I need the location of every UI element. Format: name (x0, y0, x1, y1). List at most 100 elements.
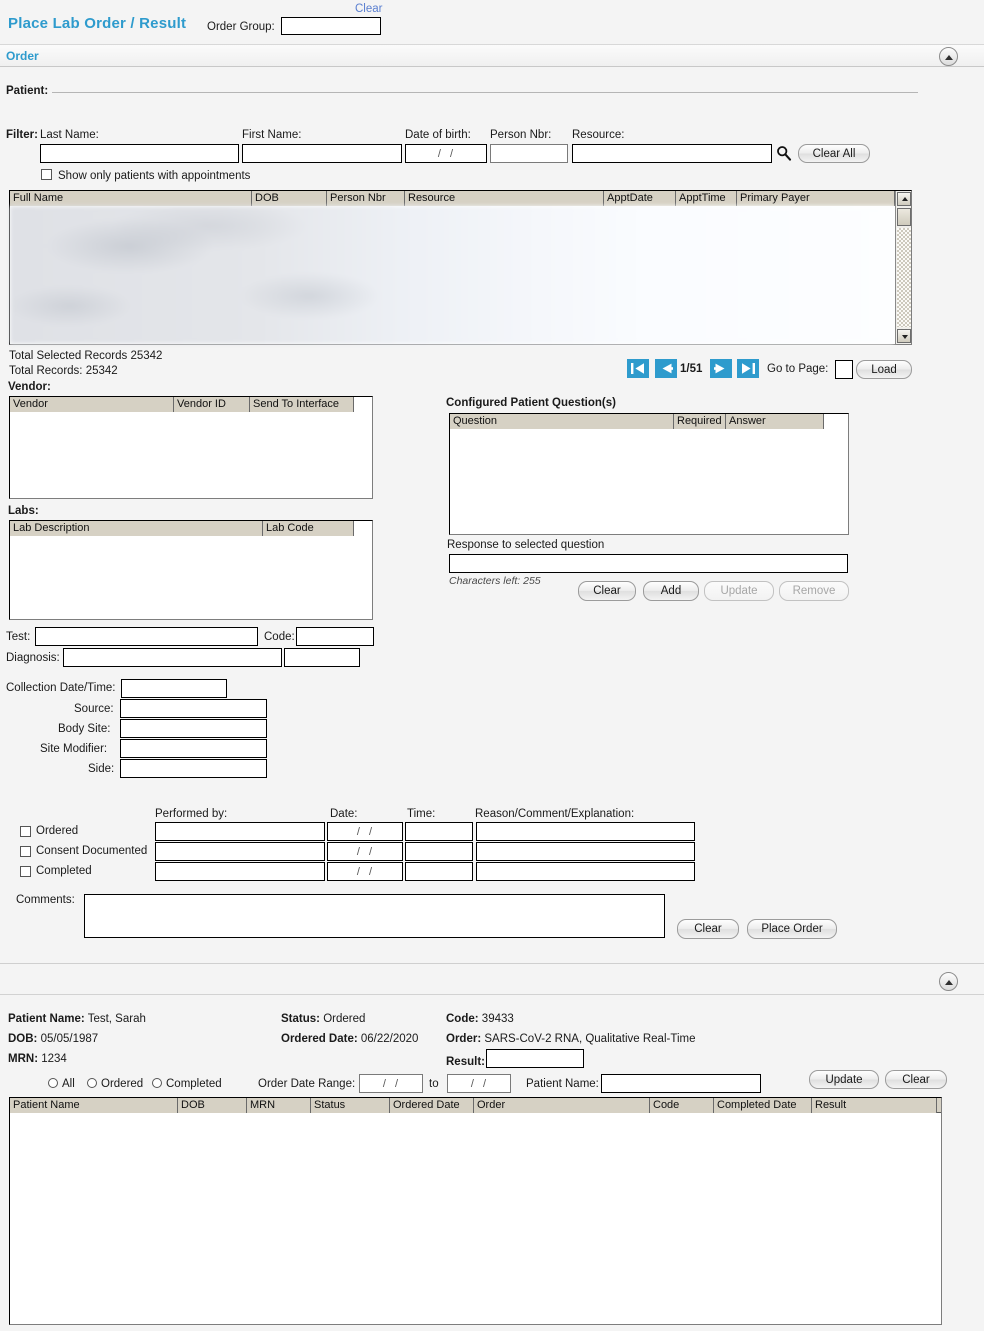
patients-grid[interactable]: Full Name DOB Person Nbr Resource ApptDa… (9, 190, 912, 345)
column-primary-payer[interactable]: Primary Payer (737, 191, 895, 206)
code-input[interactable] (296, 627, 374, 646)
ordered-performed-by-input[interactable] (155, 822, 325, 841)
column-vendor-id[interactable]: Vendor ID (174, 397, 250, 412)
completed-checkbox[interactable] (20, 866, 31, 877)
place-order-button[interactable]: Place Order (747, 919, 837, 939)
column-required[interactable]: Required (674, 414, 726, 429)
diagnosis-input[interactable] (63, 648, 282, 667)
column-question[interactable]: Question (450, 414, 674, 429)
test-input[interactable] (35, 627, 258, 646)
show-appointments-checkbox[interactable] (41, 169, 52, 180)
scroll-up-icon[interactable] (897, 192, 911, 206)
patient-name-filter-input[interactable] (601, 1074, 761, 1093)
comments-textarea[interactable] (84, 894, 665, 938)
order-date-from-input[interactable] (359, 1074, 423, 1093)
previous-page-icon[interactable] (655, 359, 677, 378)
ordered-reason-input[interactable] (476, 822, 695, 841)
results-grid[interactable]: Patient Name DOB MRN Status Ordered Date… (9, 1097, 942, 1325)
order-group-input[interactable] (281, 17, 381, 35)
column-person-nbr[interactable]: Person Nbr (327, 191, 405, 206)
resource-input[interactable] (572, 144, 772, 163)
column-vendor[interactable]: Vendor (10, 397, 174, 412)
load-button[interactable]: Load (856, 360, 912, 379)
clear-all-button[interactable]: Clear All (798, 144, 870, 163)
results-grid-header: Patient Name DOB MRN Status Ordered Date… (10, 1098, 941, 1113)
column-code[interactable]: Code (650, 1098, 714, 1113)
questions-add-button[interactable]: Add (643, 581, 699, 601)
column-completed-date[interactable]: Completed Date (714, 1098, 812, 1113)
result-update-button[interactable]: Update (809, 1070, 879, 1089)
result-clear-button[interactable]: Clear (885, 1070, 947, 1089)
vendor-grid[interactable]: Vendor Vendor ID Send To Interface (9, 396, 373, 499)
column-ordered-date[interactable]: Ordered Date (390, 1098, 474, 1113)
order-date-to-input[interactable] (447, 1074, 511, 1093)
source-input[interactable] (120, 699, 267, 718)
column-appt-date[interactable]: ApptDate (604, 191, 676, 206)
ordered-checkbox[interactable] (20, 826, 31, 837)
column-patient-name[interactable]: Patient Name (10, 1098, 178, 1113)
scroll-down-icon[interactable] (897, 329, 911, 343)
column-dob[interactable]: DOB (178, 1098, 247, 1113)
column-order[interactable]: Order (474, 1098, 650, 1113)
response-label: Response to selected question (447, 539, 605, 551)
side-input[interactable] (120, 759, 267, 778)
labs-grid[interactable]: Lab Description Lab Code (9, 520, 373, 620)
result-value-input[interactable] (486, 1049, 584, 1068)
questions-clear-button[interactable]: Clear (578, 581, 636, 601)
column-result[interactable]: Result (812, 1098, 937, 1113)
questions-remove-button[interactable]: Remove (779, 581, 849, 601)
chevron-up-icon-lower[interactable] (939, 972, 958, 991)
column-mrn[interactable]: MRN (247, 1098, 311, 1113)
response-input[interactable] (449, 554, 848, 573)
patients-grid-scrollbar[interactable] (895, 191, 911, 344)
column-status[interactable]: Status (311, 1098, 390, 1113)
last-name-input[interactable] (40, 144, 239, 163)
labs-grid-body[interactable] (10, 536, 372, 619)
column-answer[interactable]: Answer (726, 414, 824, 429)
completed-performed-by-input[interactable] (155, 862, 325, 881)
clear-order-group-link[interactable]: Clear (355, 3, 382, 15)
consent-documented-checkbox[interactable] (20, 846, 31, 857)
person-nbr-input[interactable] (490, 144, 568, 163)
radio-completed[interactable] (152, 1078, 162, 1088)
comments-clear-button[interactable]: Clear (677, 919, 739, 939)
scrollbar-track[interactable] (897, 228, 911, 327)
column-dob[interactable]: DOB (252, 191, 327, 206)
collection-datetime-input[interactable] (121, 679, 227, 698)
results-grid-body[interactable] (10, 1113, 941, 1324)
column-send-to-interface[interactable]: Send To Interface (250, 397, 354, 412)
consent-reason-input[interactable] (476, 842, 695, 861)
consent-performed-by-input[interactable] (155, 842, 325, 861)
questions-grid-body[interactable] (450, 429, 848, 534)
radio-all[interactable] (48, 1078, 58, 1088)
consent-date-input[interactable] (327, 842, 403, 861)
questions-grid[interactable]: Question Required Answer (449, 413, 849, 535)
first-name-input[interactable] (242, 144, 402, 163)
completed-date-input[interactable] (327, 862, 403, 881)
completed-reason-input[interactable] (476, 862, 695, 881)
questions-update-button[interactable]: Update (704, 581, 774, 601)
next-page-icon[interactable] (710, 359, 732, 378)
goto-page-input[interactable] (835, 360, 853, 379)
column-lab-description[interactable]: Lab Description (10, 521, 263, 536)
column-appt-time[interactable]: ApptTime (676, 191, 737, 206)
dob-input[interactable] (405, 144, 487, 163)
scrollbar-thumb[interactable] (897, 208, 911, 226)
column-resource[interactable]: Resource (405, 191, 604, 206)
last-page-icon[interactable] (737, 359, 759, 378)
column-full-name[interactable]: Full Name (10, 191, 252, 206)
column-lab-code[interactable]: Lab Code (263, 521, 354, 536)
ordered-date-input[interactable] (327, 822, 403, 841)
diagnosis-code-input[interactable] (284, 648, 360, 667)
first-page-icon[interactable] (627, 359, 649, 378)
chevron-up-icon[interactable] (939, 47, 958, 66)
patients-grid-body[interactable] (10, 206, 911, 344)
site-modifier-input[interactable] (120, 739, 267, 758)
body-site-input[interactable] (120, 719, 267, 738)
radio-ordered[interactable] (87, 1078, 97, 1088)
completed-time-input[interactable] (405, 862, 473, 881)
search-icon[interactable] (776, 145, 792, 161)
consent-time-input[interactable] (405, 842, 473, 861)
vendor-grid-body[interactable] (10, 412, 372, 498)
ordered-time-input[interactable] (405, 822, 473, 841)
